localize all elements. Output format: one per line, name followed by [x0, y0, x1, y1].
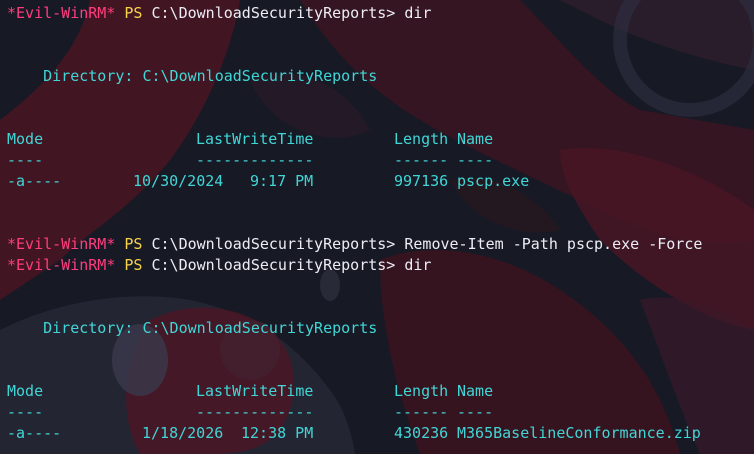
- column-header-mode: Mode: [7, 130, 44, 148]
- command-text: dir: [404, 4, 432, 22]
- column-header-length: Length: [394, 382, 449, 400]
- directory-label: Directory:: [43, 319, 134, 337]
- underline-lastwritetime: -------------: [196, 403, 314, 421]
- underline-name: ----: [457, 151, 494, 169]
- directory-line: Directory: C:\DownloadSecurityReports: [7, 318, 751, 339]
- underline-length: ------: [394, 403, 449, 421]
- row-name: pscp.exe: [457, 172, 530, 190]
- directory-path: C:\DownloadSecurityReports: [142, 67, 378, 85]
- prompt-path: C:\DownloadSecurityReports>: [151, 4, 396, 22]
- terminal-output: *Evil-WinRM* PS C:\DownloadSecurityRepor…: [7, 3, 751, 444]
- row-name: M365BaselineConformance.zip: [457, 424, 701, 442]
- row-mode: -a----: [7, 424, 62, 442]
- directory-path: C:\DownloadSecurityReports: [142, 319, 378, 337]
- prompt-line: *Evil-WinRM* PS C:\DownloadSecurityRepor…: [7, 255, 751, 276]
- underline-name: ----: [457, 403, 494, 421]
- prompt-line: *Evil-WinRM* PS C:\DownloadSecurityRepor…: [7, 234, 751, 255]
- prompt-shell: PS: [124, 235, 143, 253]
- column-header-name: Name: [457, 130, 494, 148]
- row-time: 9:17 PM: [250, 172, 314, 190]
- underline-lastwritetime: -------------: [196, 151, 314, 169]
- prompt-shell: PS: [124, 256, 143, 274]
- column-header-lastwritetime: LastWriteTime: [196, 382, 314, 400]
- row-length: 430236: [394, 424, 449, 442]
- command-text: Remove-Item -Path pscp.exe -Force: [404, 235, 703, 253]
- row-length: 997136: [394, 172, 449, 190]
- column-header-length: Length: [394, 130, 449, 148]
- directory-label: Directory:: [43, 67, 134, 85]
- prompt-path: C:\DownloadSecurityReports>: [151, 256, 396, 274]
- directory-line: Directory: C:\DownloadSecurityReports: [7, 66, 751, 87]
- table-row: -a---- 10/30/2024 9:17 PM 997136 pscp.ex…: [7, 171, 751, 192]
- underline-mode: ----: [7, 403, 44, 421]
- row-date: 1/18/2026: [142, 424, 224, 442]
- underline-mode: ----: [7, 151, 44, 169]
- prompt-user: *Evil-WinRM*: [7, 4, 116, 22]
- row-time: 12:38 PM: [241, 424, 314, 442]
- row-mode: -a----: [7, 172, 62, 190]
- command-text: dir: [404, 256, 432, 274]
- prompt-path: C:\DownloadSecurityReports>: [151, 235, 396, 253]
- table-header: Mode LastWriteTime Length Name: [7, 129, 751, 150]
- table-header-underline: ---- ------------- ------ ----: [7, 402, 751, 423]
- column-header-mode: Mode: [7, 382, 44, 400]
- prompt-shell: PS: [124, 4, 143, 22]
- table-header: Mode LastWriteTime Length Name: [7, 381, 751, 402]
- column-header-lastwritetime: LastWriteTime: [196, 130, 314, 148]
- column-header-name: Name: [457, 382, 494, 400]
- underline-length: ------: [394, 151, 449, 169]
- table-header-underline: ---- ------------- ------ ----: [7, 150, 751, 171]
- table-row: -a---- 1/18/2026 12:38 PM 430236 M365Bas…: [7, 423, 751, 444]
- row-date: 10/30/2024: [133, 172, 224, 190]
- prompt-line: *Evil-WinRM* PS C:\DownloadSecurityRepor…: [7, 3, 751, 24]
